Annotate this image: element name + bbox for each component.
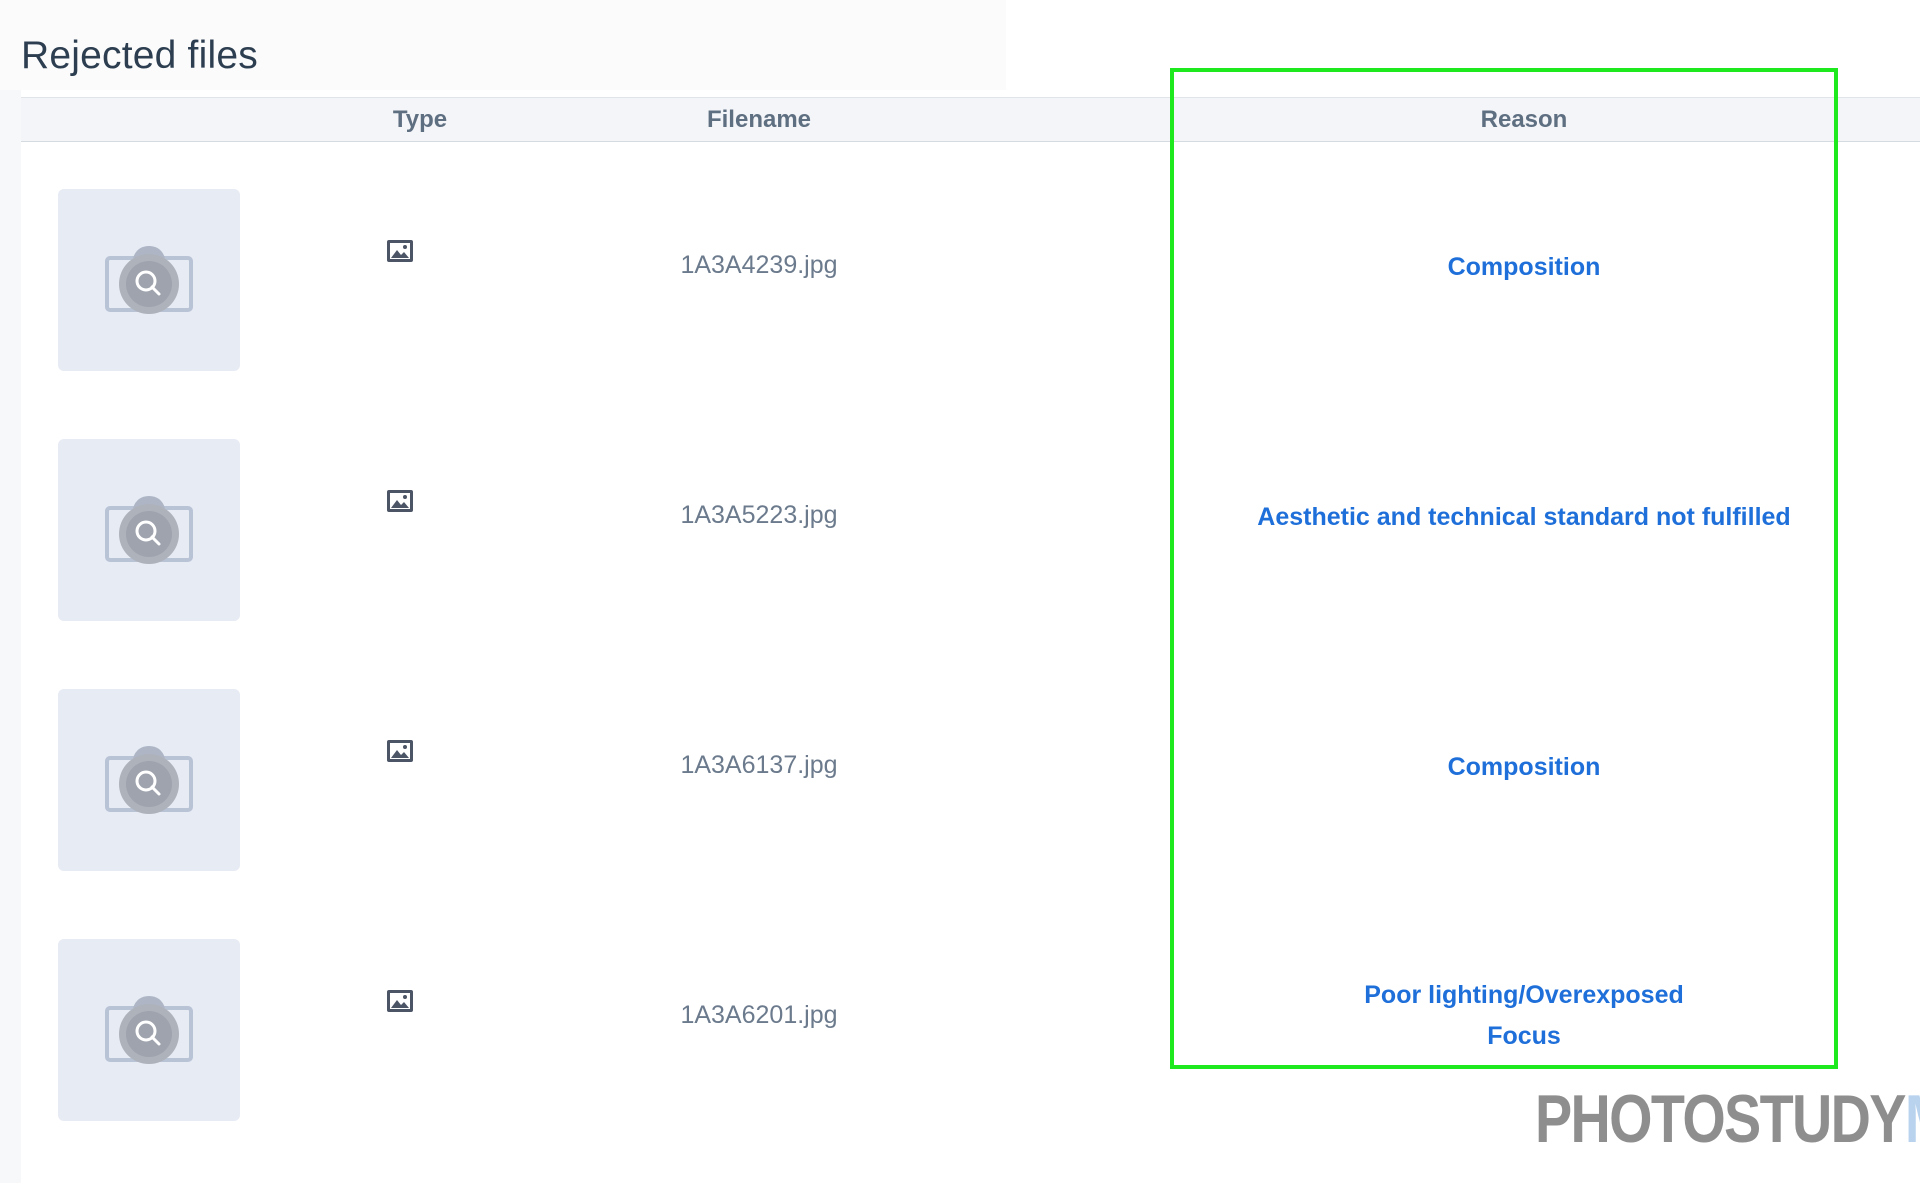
thumbnail-placeholder[interactable] bbox=[58, 939, 240, 1121]
watermark-part-1: PHOTOSTUDY bbox=[1535, 1081, 1906, 1157]
watermark-part-2: ME bbox=[1905, 1081, 1920, 1157]
thumbnail-placeholder[interactable] bbox=[58, 439, 240, 621]
watermark-logo: PHOTOSTUDYME bbox=[1535, 1080, 1920, 1158]
filename-cell[interactable]: 1A3A6201.jpg bbox=[559, 1001, 959, 1030]
page-title: Rejected files bbox=[21, 34, 258, 77]
image-icon bbox=[387, 740, 413, 762]
column-header-type[interactable]: Type bbox=[320, 98, 520, 141]
column-header-filename[interactable]: Filename bbox=[559, 98, 959, 141]
image-icon bbox=[387, 490, 413, 512]
camera-search-icon bbox=[105, 496, 193, 564]
camera-search-icon bbox=[105, 746, 193, 814]
filename-cell[interactable]: 1A3A5223.jpg bbox=[559, 501, 959, 530]
thumbnail-placeholder[interactable] bbox=[58, 189, 240, 371]
filename-cell[interactable]: 1A3A4239.jpg bbox=[559, 251, 959, 280]
image-icon bbox=[387, 990, 413, 1012]
thumbnail-placeholder[interactable] bbox=[58, 689, 240, 871]
rejected-files-page: Rejected files Type Filename Reason 1A3A… bbox=[0, 0, 1920, 1183]
filename-cell[interactable]: 1A3A6137.jpg bbox=[559, 751, 959, 780]
image-icon bbox=[387, 240, 413, 262]
camera-search-icon bbox=[105, 246, 193, 314]
highlight-box bbox=[1170, 68, 1838, 1069]
left-edge bbox=[0, 0, 21, 1183]
camera-search-icon bbox=[105, 996, 193, 1064]
